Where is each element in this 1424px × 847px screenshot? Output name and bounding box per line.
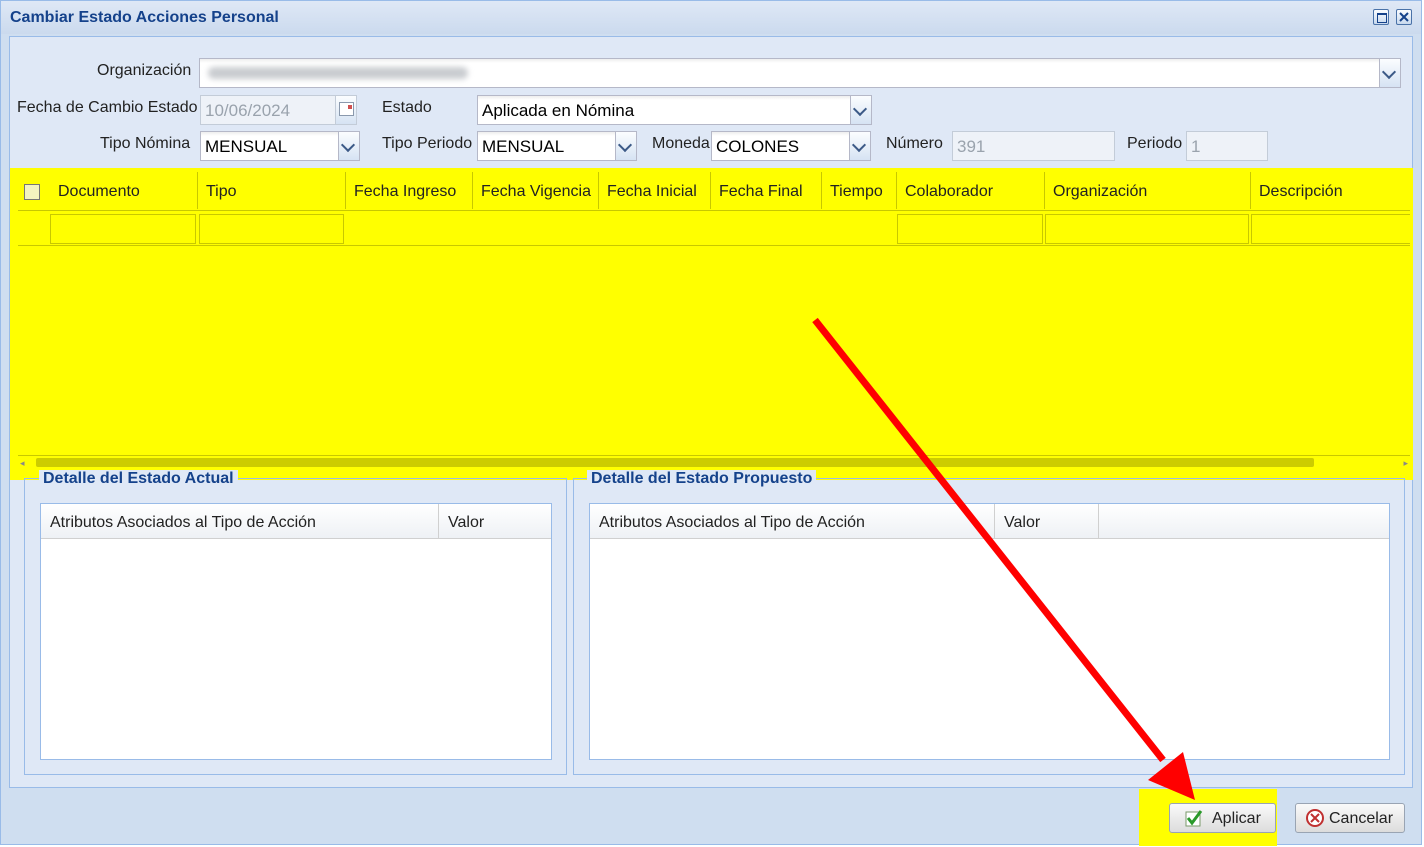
annotation-arrow	[812, 317, 1195, 800]
